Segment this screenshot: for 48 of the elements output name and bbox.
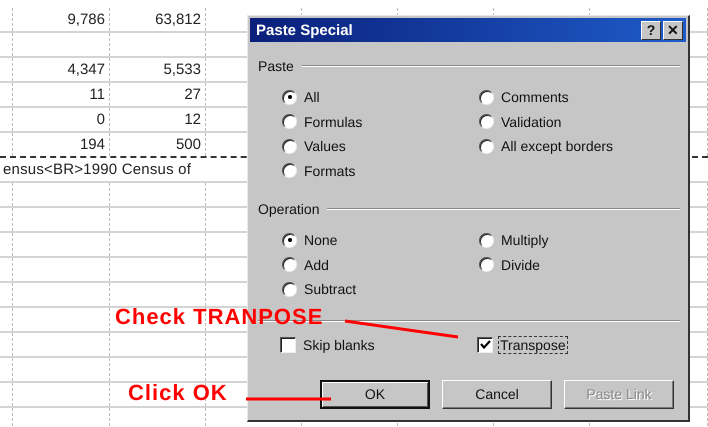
radio-button[interactable] [282,114,297,130]
group-label: Paste [258,58,294,74]
radio-button[interactable] [479,138,494,154]
table-cell: 9,786 [13,8,110,31]
radio-button[interactable] [282,90,297,105]
radio-label[interactable]: Comments [499,88,571,106]
radio-button[interactable] [479,257,494,272]
radio-button[interactable] [479,232,494,248]
radio-label[interactable]: Subtract [302,280,358,298]
radio-label[interactable]: Validation [499,112,564,131]
radio-label[interactable]: Multiply [499,231,550,250]
radio-label[interactable]: Add [302,256,331,274]
checkbox-label[interactable]: Transpose [498,336,568,354]
group-label: Operation [258,201,320,217]
table-cell: 194 [13,133,110,156]
checkbox[interactable] [280,336,296,352]
radio-label[interactable]: All except borders [499,137,616,156]
radio-button[interactable] [479,90,494,105]
table-cell: 5,533 [110,58,206,81]
cancel-button[interactable]: Cancel [442,380,552,408]
checkbox[interactable] [477,336,493,352]
table-cell: 500 [110,133,206,156]
table-cell: ensus<BR>1990 Census of [3,161,192,178]
table-cell: 12 [110,108,206,131]
table-cell: 11 [13,83,110,106]
radio-label[interactable]: Formulas [302,112,364,131]
table-cell: 27 [110,83,206,106]
ok-button[interactable]: OK [320,380,430,408]
table-cell: 0 [13,108,110,131]
annotation-text: Click OK [128,381,228,406]
radio-button[interactable] [282,257,297,272]
close-button[interactable]: ✕ [663,20,683,40]
help-button[interactable]: ? [641,20,661,40]
checkbox-label[interactable]: Skip blanks [301,336,377,354]
radio-label[interactable]: Values [302,137,348,156]
table-cell: 63,812 [110,8,206,31]
radio-label[interactable]: Formats [302,162,358,180]
radio-label[interactable]: All [302,88,322,106]
radio-label[interactable]: Divide [499,256,542,274]
annotation-text: Check TRANPOSE [115,305,324,330]
radio-button[interactable] [282,282,297,297]
window-title: Paste Special [256,22,354,38]
radio-button[interactable] [282,163,297,178]
table-cell: 4,347 [13,58,110,81]
radio-button[interactable] [282,138,297,154]
radio-button[interactable] [282,232,297,248]
radio-button[interactable] [479,114,494,130]
radio-label[interactable]: None [302,231,340,250]
